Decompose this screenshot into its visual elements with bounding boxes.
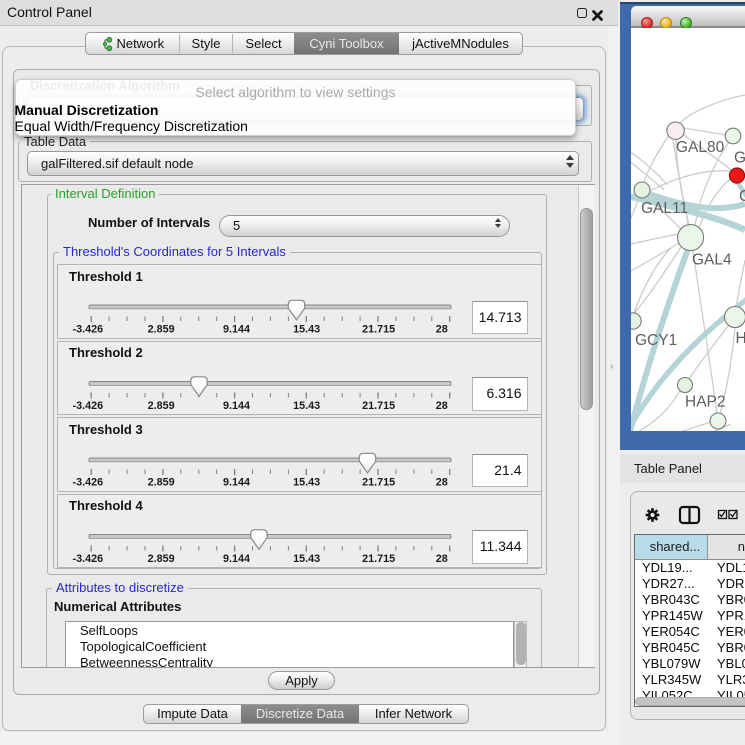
svg-text:GCY1: GCY1 [635, 332, 677, 349]
svg-text:HAP2: HAP2 [685, 394, 726, 411]
svg-text:GAL4: GAL4 [692, 252, 732, 269]
svg-text:HI: HI [736, 330, 745, 347]
svg-text:GA: GA [734, 150, 745, 167]
svg-text:GAL80: GAL80 [676, 139, 725, 156]
svg-text:C: C [739, 188, 745, 205]
svg-text:GAL11: GAL11 [641, 200, 688, 217]
